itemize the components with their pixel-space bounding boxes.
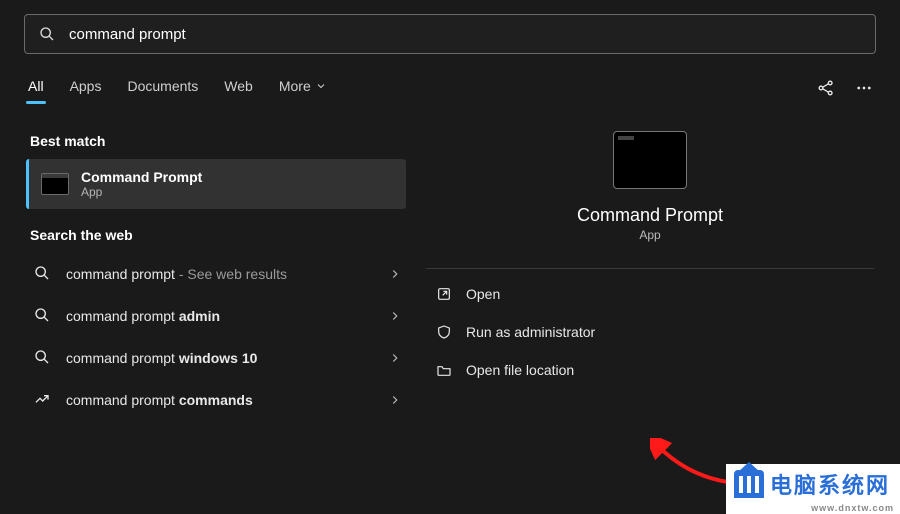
web-result-text: command prompt windows 10 [66,350,257,366]
tab-label: More [279,78,311,94]
trend-icon [34,391,52,409]
action-label: Open file location [466,362,574,378]
watermark: 电脑系统网 www.dnxtw.com [726,464,900,514]
web-result[interactable]: command prompt - See web results [26,253,406,295]
chevron-down-icon [315,80,327,92]
web-result[interactable]: command prompt admin [26,295,406,337]
search-icon [34,349,52,367]
search-web-label: Search the web [30,227,406,243]
chevron-right-icon [388,393,402,407]
best-match-text: Command Prompt App [81,169,202,199]
best-match-item[interactable]: Command Prompt App [26,159,406,209]
open-icon [436,286,452,302]
shield-icon [436,324,452,340]
search-icon [34,307,52,325]
tab-label: Documents [127,78,198,94]
filter-tabs: All Apps Documents Web More [0,64,900,105]
results-column: Best match Command Prompt App Search the… [26,127,406,421]
app-thumbnail-icon [41,173,69,195]
search-icon [34,265,52,283]
action-run-as-admin[interactable]: Run as administrator [426,313,874,351]
chevron-right-icon [388,351,402,365]
detail-actions: Open Run as administrator Open file loca… [426,268,874,389]
watermark-text: 电脑系统网 [770,468,890,500]
watermark-logo-icon [734,470,764,498]
web-result-text: command prompt admin [66,308,220,324]
search-input[interactable] [69,26,861,43]
share-icon[interactable] [816,78,836,98]
action-open[interactable]: Open [426,275,874,313]
detail-app-icon [613,131,687,189]
tab-all[interactable]: All [26,72,46,104]
search-bar[interactable] [24,14,876,54]
tab-label: Apps [70,78,102,94]
folder-icon [436,362,452,378]
watermark-url: www.dnxtw.com [811,503,894,513]
best-match-subtitle: App [81,185,202,199]
web-result-text: command prompt - See web results [66,266,287,282]
search-icon [39,26,55,42]
web-result[interactable]: command prompt windows 10 [26,337,406,379]
best-match-title: Command Prompt [81,169,202,185]
action-label: Run as administrator [466,324,595,340]
more-icon[interactable] [854,78,874,98]
chevron-right-icon [388,309,402,323]
tab-web[interactable]: Web [222,72,255,104]
detail-subtitle: App [639,228,660,242]
tab-apps[interactable]: Apps [68,72,104,104]
tab-more[interactable]: More [277,72,329,104]
action-open-file-location[interactable]: Open file location [426,351,874,389]
web-result-text: command prompt commands [66,392,253,408]
detail-panel: Command Prompt App Open Run as administr… [426,127,874,421]
tab-label: All [28,78,44,94]
web-result[interactable]: command prompt commands [26,379,406,421]
action-label: Open [466,286,500,302]
best-match-label: Best match [30,133,406,149]
tab-label: Web [224,78,253,94]
tab-documents[interactable]: Documents [125,72,200,104]
detail-title: Command Prompt [577,205,723,226]
chevron-right-icon [388,267,402,281]
